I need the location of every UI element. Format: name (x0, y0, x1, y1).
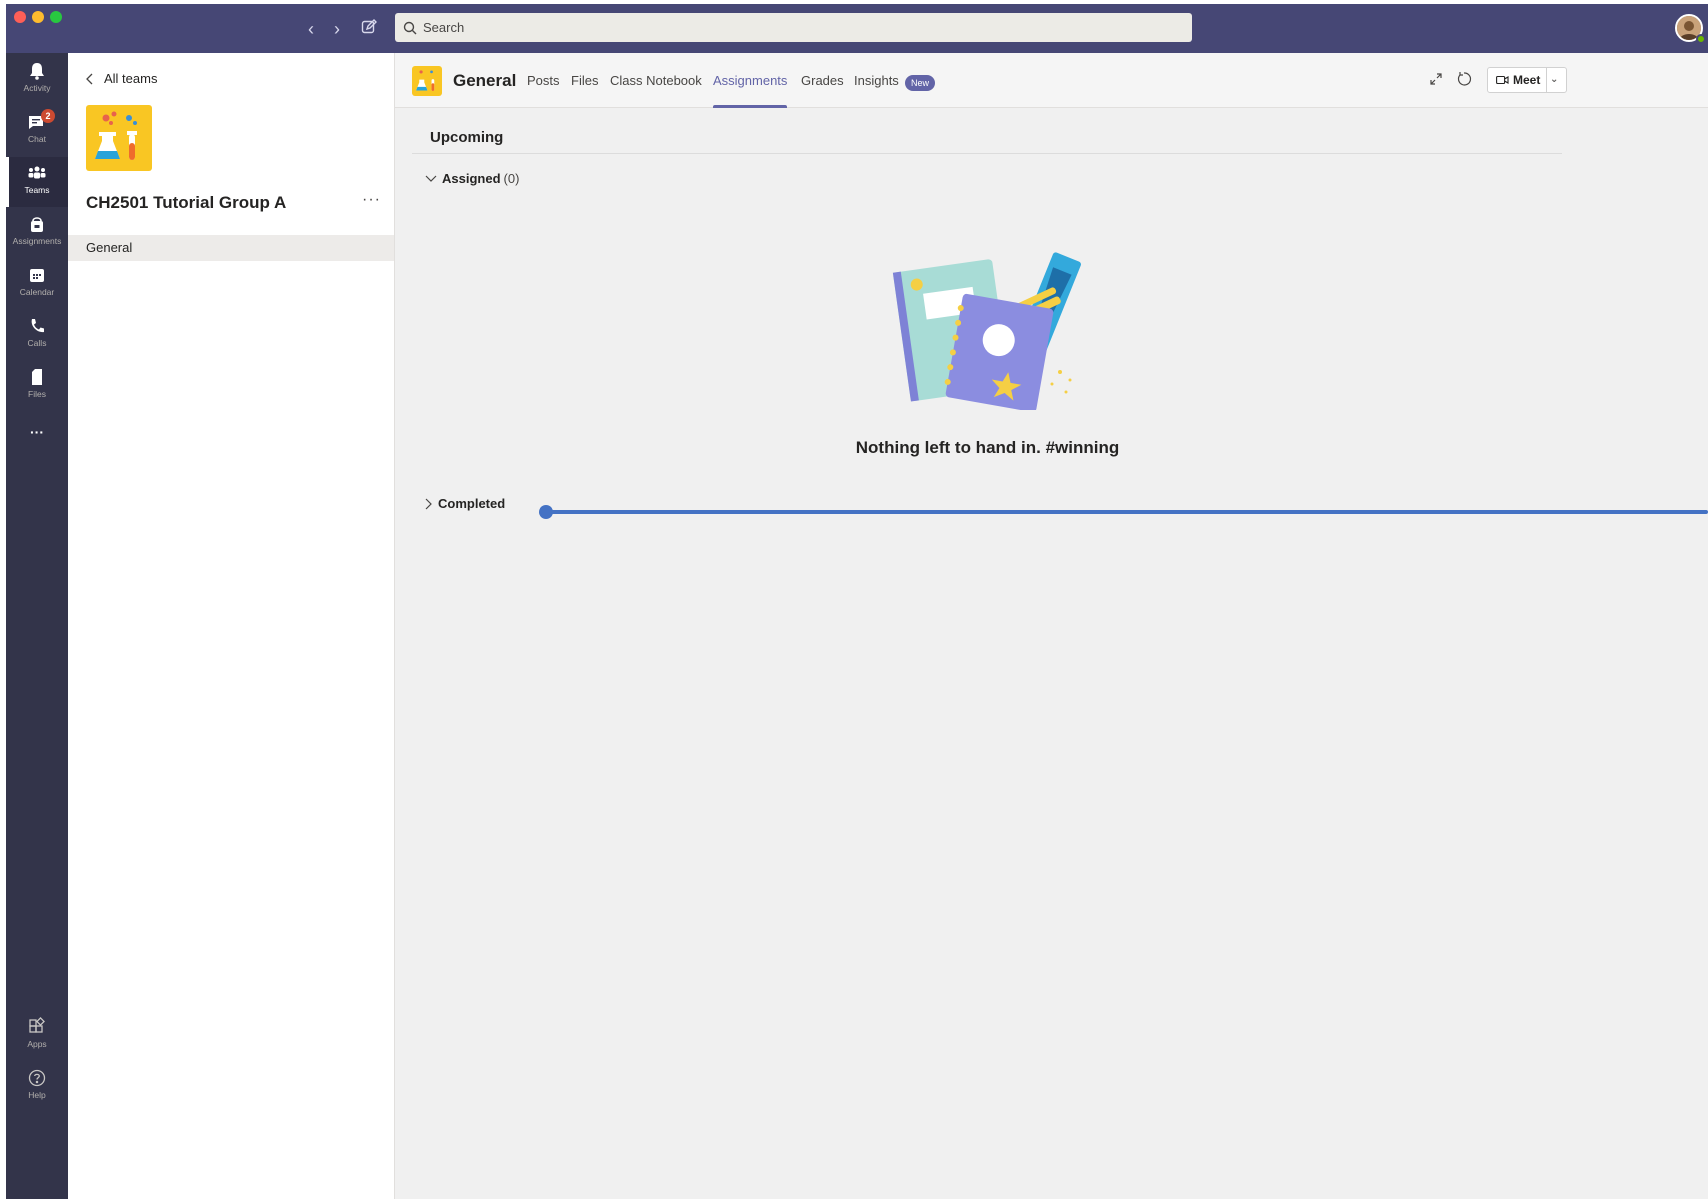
slider-thumb[interactable] (539, 505, 553, 519)
team-more-options-button[interactable]: ··· (362, 191, 381, 209)
rail-item-files[interactable]: Files (6, 361, 68, 411)
new-badge: New (905, 75, 936, 91)
compose-icon[interactable] (359, 19, 379, 39)
rail-label: Calendar (19, 287, 55, 297)
title-bar: ‹ › Search (6, 4, 1708, 53)
tab-files[interactable]: Files (571, 73, 598, 108)
search-icon (403, 21, 417, 34)
channel-logo (412, 66, 442, 96)
rail-item-chat[interactable]: 2 Chat (6, 106, 68, 156)
app-rail: Activity 2 Chat Teams Assignments Calend… (6, 53, 68, 1199)
chevron-left-icon (86, 73, 93, 84)
upcoming-heading: Upcoming (430, 129, 504, 146)
rail-label: Assignments (12, 236, 62, 246)
chat-badge: 2 (41, 109, 55, 123)
team-logo (86, 105, 152, 171)
all-teams-label: All teams (104, 71, 158, 86)
slider-track (545, 510, 1708, 514)
phone-icon (31, 319, 44, 333)
search-placeholder: Search (423, 20, 465, 35)
channel-title: General (453, 71, 517, 90)
more-apps-button[interactable]: ··· (6, 419, 68, 445)
minimize-window-button[interactable] (32, 11, 44, 23)
team-name: CH2501 Tutorial Group A (86, 193, 287, 212)
assigned-count: (0) (503, 171, 520, 186)
calendar-icon (30, 269, 44, 282)
completed-section-toggle[interactable]: Completed (425, 496, 505, 511)
tab-assignments[interactable]: Assignments (713, 73, 788, 108)
close-window-button[interactable] (14, 11, 26, 23)
expand-icon[interactable] (1428, 71, 1446, 89)
teams-icon (28, 166, 46, 179)
rail-label: Activity (23, 83, 51, 93)
rail-item-calendar[interactable]: Calendar (6, 259, 68, 309)
empty-state-illustration (892, 252, 1081, 410)
more-icon: ··· (30, 424, 44, 440)
rail-item-activity[interactable]: Activity (6, 55, 68, 105)
rail-item-apps[interactable]: Apps (6, 1011, 68, 1061)
meet-label: Meet (1513, 73, 1541, 87)
completed-label: Completed (438, 496, 506, 511)
presence-status-icon (1696, 34, 1706, 44)
divider (412, 153, 1562, 154)
refresh-icon[interactable] (1456, 71, 1474, 89)
forward-icon[interactable]: › (327, 19, 347, 39)
tab-posts[interactable]: Posts (527, 73, 560, 108)
team-panel: All teams CH2501 Tutorial Group A ··· Ge… (68, 53, 395, 1199)
teams-window: ‹ › Search Activity 2 Chat Teams Assignm… (6, 4, 1708, 1199)
rail-label: Calls (27, 338, 47, 348)
video-camera-icon (1496, 75, 1509, 85)
empty-state-message: Nothing left to hand in. #winning (855, 438, 1120, 457)
help-icon (28, 1069, 46, 1087)
chevron-right-icon (425, 498, 432, 509)
assigned-section-toggle[interactable]: Assigned (0) (425, 171, 519, 186)
assignments-icon (31, 217, 43, 232)
chevron-down-icon (425, 175, 437, 182)
meet-button[interactable]: Meet ⌄ (1487, 67, 1567, 93)
maximize-window-button[interactable] (50, 11, 62, 23)
file-icon (32, 369, 42, 385)
tab-class-notebook[interactable]: Class Notebook (610, 73, 702, 108)
completed-slider[interactable] (539, 505, 1708, 519)
apps-icon (29, 1017, 45, 1033)
rail-item-assignments[interactable]: Assignments (6, 208, 68, 258)
rail-item-help[interactable]: Help (6, 1062, 68, 1112)
bell-icon (30, 63, 44, 80)
rail-item-teams[interactable]: Teams (6, 157, 68, 207)
rail-label: Chat (28, 134, 46, 144)
tab-grades[interactable]: Grades (801, 73, 844, 108)
assigned-label: Assigned (442, 171, 501, 186)
search-input[interactable]: Search (395, 13, 1192, 42)
chevron-down-icon[interactable]: ⌄ (1550, 68, 1558, 92)
channel-item-general[interactable]: General (68, 235, 394, 261)
rail-label: Teams (24, 185, 50, 195)
rail-label: Help (28, 1090, 46, 1100)
tab-insights[interactable]: Insights (854, 73, 899, 108)
rail-label: Files (28, 389, 46, 399)
main-content: General Posts Files Class Notebook Assig… (395, 53, 1708, 1199)
all-teams-link[interactable]: All teams (86, 71, 157, 86)
channel-header: General Posts Files Class Notebook Assig… (395, 53, 1708, 108)
back-icon[interactable]: ‹ (301, 19, 321, 39)
rail-label: Apps (27, 1039, 47, 1049)
rail-item-calls[interactable]: Calls (6, 310, 68, 360)
